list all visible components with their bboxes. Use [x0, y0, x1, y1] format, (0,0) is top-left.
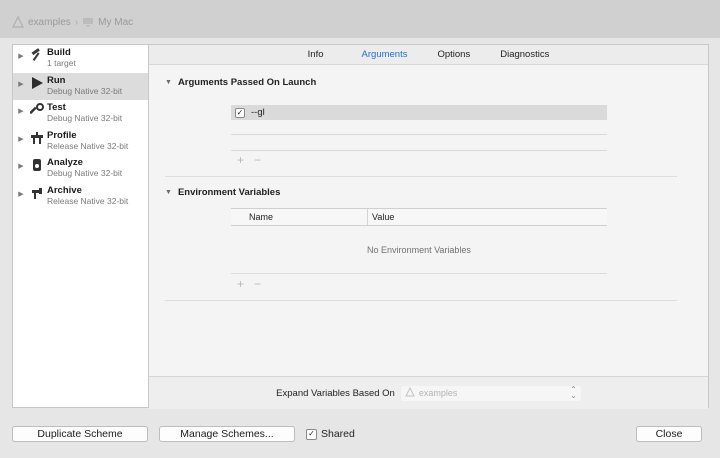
scheme-actions-sidebar: ▶ Build 1 target ▶ Run Debug Native 32-b… [12, 44, 149, 408]
gauge-tool-icon [29, 130, 45, 146]
arguments-add-remove: + − [237, 153, 261, 167]
list-separator [231, 134, 607, 135]
disclosure-triangle-icon[interactable]: ▶ [13, 52, 29, 60]
sidebar-item-build[interactable]: ▶ Build 1 target [13, 45, 148, 73]
add-argument-button[interactable]: + [237, 153, 244, 167]
project-icon [12, 16, 24, 28]
breadcrumb-destination[interactable]: My Mac [98, 17, 133, 28]
sidebar-item-run[interactable]: ▶ Run Debug Native 32-bit [13, 72, 148, 100]
sidebar-item-test[interactable]: ▶ Test Debug Native 32-bit [13, 100, 148, 128]
column-header-name[interactable]: Name [231, 212, 273, 222]
sidebar-item-archive[interactable]: ▶ Archive Release Native 32-bit [13, 183, 148, 211]
action-subtitle: Debug Native 32-bit [47, 113, 123, 123]
archive-icon [29, 185, 45, 201]
tab-options[interactable]: Options [437, 49, 470, 60]
environment-section: ▼ Environment Variables [165, 187, 677, 198]
collapse-triangle-icon[interactable]: ▼ [165, 79, 172, 86]
remove-variable-button[interactable]: − [254, 277, 261, 291]
disclosure-triangle-icon[interactable]: ▶ [13, 162, 29, 170]
arguments-content: ▼ Arguments Passed On Launch ✓ --gl + − [149, 65, 708, 376]
mac-icon [82, 17, 94, 27]
expand-variables-popup[interactable]: examples ⌃ ⌄ [400, 384, 581, 401]
section-title: Arguments Passed On Launch [177, 77, 317, 88]
duplicate-scheme-button[interactable]: Duplicate Scheme [12, 426, 148, 442]
action-name: Analyze [47, 157, 83, 168]
action-subtitle: Debug Native 32-bit [47, 168, 123, 178]
disclosure-triangle-icon[interactable]: ▶ [13, 190, 29, 198]
tab-diagnostics[interactable]: Diagnostics [500, 49, 549, 60]
hammer-icon [29, 47, 45, 63]
analyze-icon [29, 157, 45, 173]
argument-enabled-checkbox[interactable]: ✓ [235, 107, 245, 118]
action-name: Profile [47, 129, 77, 141]
action-subtitle: Release Native 32-bit [47, 195, 129, 206]
sidebar-item-analyze[interactable]: ▶ Analyze Debug Native 32-bit [13, 155, 148, 183]
action-subtitle: Debug Native 32-bit [47, 85, 123, 96]
section-divider [165, 176, 677, 177]
tab-info[interactable]: Info [308, 49, 324, 60]
environment-add-remove: + − [237, 277, 261, 291]
action-name: Archive [47, 184, 82, 196]
environment-table: Name Value No Environment Variables [231, 208, 607, 274]
action-subtitle: 1 target [47, 58, 76, 68]
shared-checkbox-group: ✓ Shared [306, 428, 355, 440]
manage-schemes-button[interactable]: Manage Schemes... [159, 426, 295, 442]
breadcrumb: examples › My Mac [12, 16, 133, 28]
tab-arguments[interactable]: Arguments [362, 49, 408, 60]
wrench-icon [29, 102, 45, 118]
column-header-value[interactable]: Value [372, 212, 394, 222]
shared-label[interactable]: Shared [321, 428, 355, 440]
play-icon [29, 75, 45, 91]
action-name: Test [47, 102, 66, 113]
chevron-right-icon: › [74, 16, 79, 28]
updown-chevron-icon: ⌃ ⌄ [570, 384, 577, 400]
action-subtitle: Release Native 32-bit [47, 140, 129, 151]
empty-state: No Environment Variables [231, 226, 607, 274]
add-variable-button[interactable]: + [237, 277, 244, 291]
table-header: Name Value [231, 208, 607, 226]
collapse-triangle-icon[interactable]: ▼ [165, 189, 172, 196]
close-button[interactable]: Close [636, 426, 702, 442]
disclosure-triangle-icon[interactable]: ▶ [13, 107, 29, 115]
list-item[interactable]: ✓ --gl [231, 105, 607, 120]
breadcrumb-project[interactable]: examples [28, 17, 71, 28]
argument-value[interactable]: --gl [251, 107, 265, 118]
popup-value: examples [418, 388, 458, 398]
tab-bar: Info Arguments Options Diagnostics [149, 45, 708, 65]
section-title: Environment Variables [177, 187, 281, 198]
expand-variables-label: Expand Variables Based On [276, 387, 395, 399]
scheme-editor-window: examples › My Mac ▶ Build 1 target ▶ Run… [0, 0, 720, 458]
remove-argument-button[interactable]: − [254, 153, 261, 167]
list-separator [231, 150, 607, 151]
disclosure-triangle-icon[interactable]: ▶ [13, 80, 29, 88]
expand-variables-row: Expand Variables Based On examples ⌃ ⌄ [149, 376, 708, 409]
action-name: Build [47, 47, 71, 58]
project-icon [405, 386, 415, 399]
sidebar-item-profile[interactable]: ▶ Profile Release Native 32-bit [13, 128, 148, 156]
disclosure-triangle-icon[interactable]: ▶ [13, 135, 29, 143]
run-action-panel: Info Arguments Options Diagnostics ▼ Arg… [149, 44, 709, 409]
arguments-section: ▼ Arguments Passed On Launch [165, 77, 677, 88]
arguments-list: ✓ --gl [231, 105, 607, 151]
section-divider [165, 300, 677, 301]
shared-checkbox[interactable]: ✓ [306, 428, 317, 440]
action-name: Run [47, 74, 66, 86]
